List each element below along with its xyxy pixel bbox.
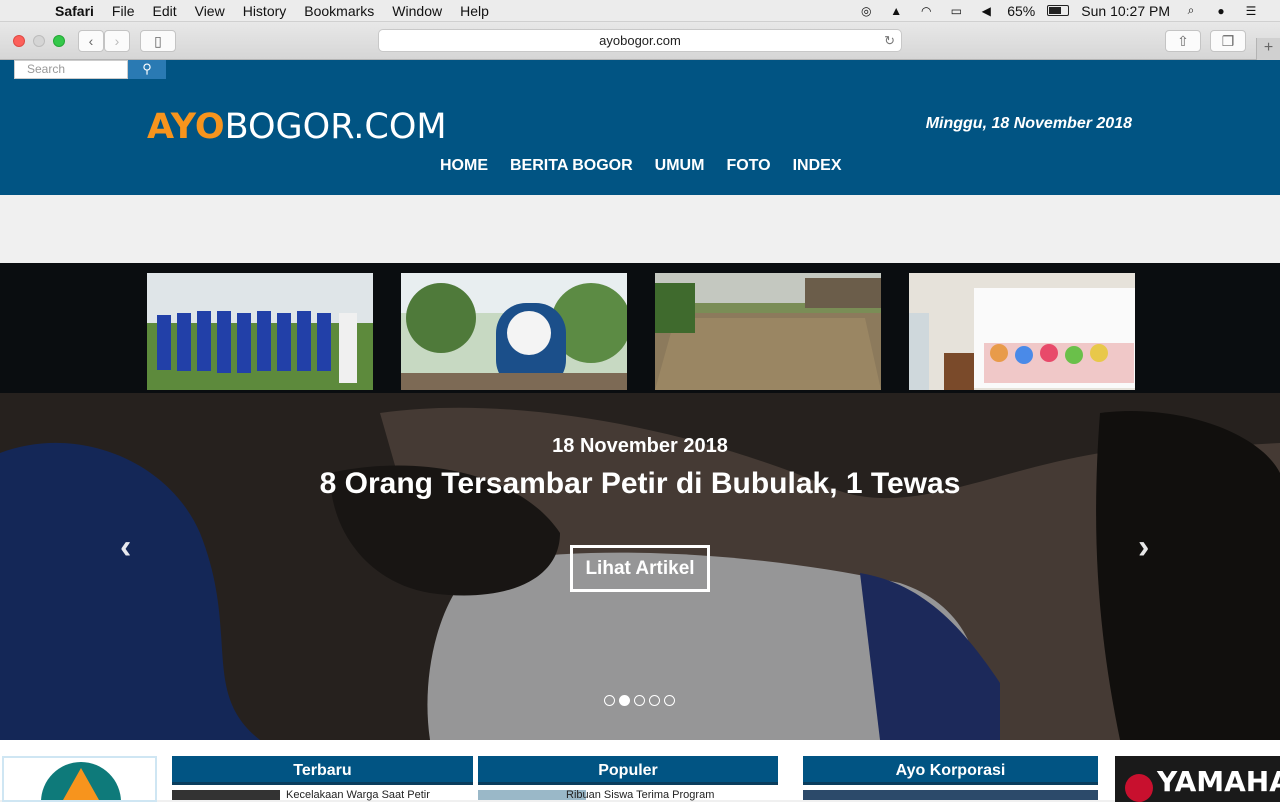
korporasi-image[interactable] xyxy=(803,790,1098,800)
slide-dot-3[interactable] xyxy=(634,695,645,706)
thumb-taman-kita[interactable] xyxy=(401,273,627,390)
menu-safari[interactable]: Safari xyxy=(46,3,103,19)
search-button[interactable]: ⚲ xyxy=(128,60,166,79)
url-text: ayobogor.com xyxy=(599,33,681,48)
yamaha-ad[interactable]: YAMAHA xyxy=(1115,756,1280,802)
menu-bookmarks[interactable]: Bookmarks xyxy=(295,3,383,19)
next-slide-arrow-icon[interactable]: › xyxy=(1138,528,1149,567)
terbaru-first-item[interactable]: Kecelakaan Warga Saat Petir xyxy=(286,789,473,801)
siri-icon[interactable]: ● xyxy=(1212,4,1230,18)
thumb-football-team[interactable] xyxy=(147,273,373,390)
share-icon: ⇧ xyxy=(1177,32,1189,49)
menu-history[interactable]: History xyxy=(234,3,296,19)
wifi-icon[interactable]: ◠ xyxy=(917,4,935,18)
reload-icon[interactable]: ↻ xyxy=(884,30,895,51)
search-icon: ⚲ xyxy=(142,61,152,76)
chevron-left-icon: ‹ xyxy=(88,33,94,49)
nav-home[interactable]: HOME xyxy=(440,157,488,175)
site-header: Search ⚲ AYOBOGOR.COM Minggu, 18 Novembe… xyxy=(0,60,1280,195)
notification-center-icon[interactable]: ☰ xyxy=(1242,4,1260,18)
airplay-icon[interactable]: ▭ xyxy=(947,4,965,18)
prev-slide-arrow-icon[interactable]: ‹ xyxy=(120,528,131,567)
hero-title[interactable]: 8 Orang Tersambar Petir di Bubulak, 1 Te… xyxy=(0,467,1280,501)
spotlight-search-icon[interactable]: ⌕ xyxy=(1182,3,1200,18)
macos-menubar: Safari File Edit View History Bookmarks … xyxy=(0,0,1280,22)
menu-view[interactable]: View xyxy=(186,3,234,19)
header-date: Minggu, 18 November 2018 xyxy=(925,115,1132,132)
content-sections: Terbaru Kecelakaan Warga Saat Petir Popu… xyxy=(0,740,1280,802)
clock[interactable]: Sun 10:27 PM xyxy=(1081,3,1170,19)
address-bar[interactable]: ayobogor.com ↻ xyxy=(378,29,902,52)
menu-window[interactable]: Window xyxy=(383,3,451,19)
battery-percent: 65% xyxy=(1007,2,1036,19)
menu-help[interactable]: Help xyxy=(451,3,498,19)
slide-indicators xyxy=(604,695,675,706)
triangle-logo-icon xyxy=(41,762,121,800)
minimize-window-button[interactable] xyxy=(33,35,45,47)
tabs-overview-button[interactable]: ❐ xyxy=(1210,30,1246,52)
populer-first-item[interactable]: Ribuan Siswa Terima Program xyxy=(566,789,778,801)
battery-icon[interactable] xyxy=(1047,5,1070,16)
section-populer-header[interactable]: Populer xyxy=(478,756,778,785)
logo-ayo: AYO xyxy=(147,107,225,147)
yamaha-ad-text: YAMAHA xyxy=(1157,765,1280,798)
back-button[interactable]: ‹ xyxy=(78,30,104,52)
section-korporasi-header[interactable]: Ayo Korporasi xyxy=(803,756,1098,785)
notification-icon[interactable]: ▲ xyxy=(887,4,905,18)
view-article-button[interactable]: Lihat Artikel xyxy=(570,545,710,592)
menu-file[interactable]: File xyxy=(103,3,144,19)
plus-icon: + xyxy=(1263,39,1274,56)
hero-slider: 18 November 2018 8 Orang Tersambar Petir… xyxy=(0,393,1280,740)
logo-rest: BOGOR.COM xyxy=(224,107,447,147)
terbaru-thumb[interactable] xyxy=(172,790,280,800)
new-tab-button[interactable]: + xyxy=(1256,38,1280,60)
share-button[interactable]: ⇧ xyxy=(1165,30,1201,52)
volume-icon[interactable]: ◀ xyxy=(977,4,995,18)
close-window-button[interactable] xyxy=(13,35,25,47)
slide-dot-2[interactable] xyxy=(619,695,630,706)
slide-dot-5[interactable] xyxy=(664,695,675,706)
thumb-river[interactable] xyxy=(655,273,881,390)
slide-dot-1[interactable] xyxy=(604,695,615,706)
nav-berita-bogor[interactable]: BERITA BOGOR xyxy=(510,157,633,175)
main-nav: HOME BERITA BOGOR UMUM FOTO INDEX xyxy=(440,157,842,175)
hero-date: 18 November 2018 xyxy=(552,435,728,457)
tabs-icon: ❐ xyxy=(1221,32,1235,49)
nav-foto[interactable]: FOTO xyxy=(726,157,770,175)
sidebar-icon: ▯ xyxy=(154,32,162,49)
sidebar-button[interactable]: ▯ xyxy=(140,30,176,52)
nav-umum[interactable]: UMUM xyxy=(655,157,705,175)
section-terbaru-header[interactable]: Terbaru xyxy=(172,756,473,785)
creative-cloud-icon[interactable]: ◎ xyxy=(857,4,875,18)
ad-banner-area xyxy=(0,195,1280,263)
side-logo-ad[interactable] xyxy=(2,756,157,802)
yamaha-emblem-icon xyxy=(1125,774,1153,802)
fullscreen-window-button[interactable] xyxy=(53,35,65,47)
menu-edit[interactable]: Edit xyxy=(143,3,185,19)
thumb-seminar[interactable] xyxy=(909,273,1135,390)
safari-toolbar: ‹ › ▯ ayobogor.com ↻ ⇧ ❐ + xyxy=(0,22,1280,60)
chevron-right-icon: › xyxy=(114,33,120,49)
forward-button[interactable]: › xyxy=(104,30,130,52)
thumbnail-strip xyxy=(0,263,1280,393)
site-logo[interactable]: AYOBOGOR.COM xyxy=(147,107,447,147)
slide-dot-4[interactable] xyxy=(649,695,660,706)
nav-index[interactable]: INDEX xyxy=(793,157,842,175)
search-input[interactable]: Search xyxy=(14,60,128,79)
